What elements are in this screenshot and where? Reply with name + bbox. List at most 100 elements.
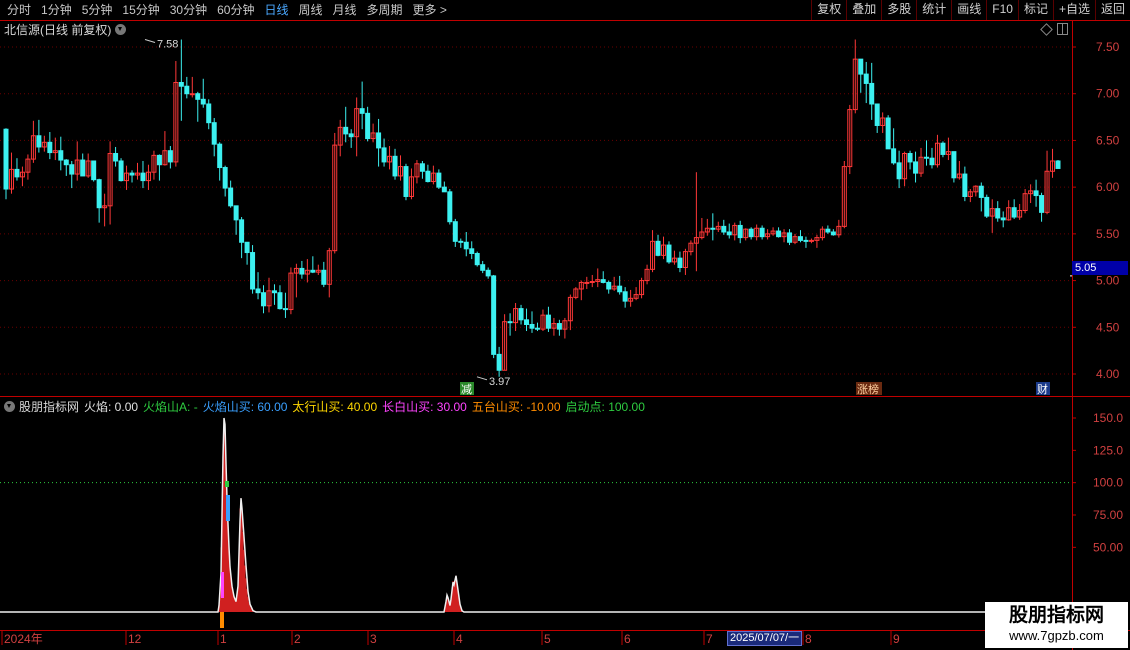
candle-body xyxy=(36,135,42,148)
candle-body xyxy=(381,147,387,163)
indicator-value: 启动点: 100.00 xyxy=(565,399,645,414)
candle-body xyxy=(206,103,212,124)
flame-curve xyxy=(0,417,985,613)
candle-body xyxy=(737,224,743,239)
diamond-icon[interactable] xyxy=(1040,23,1053,36)
time-tick-label: 2024年 xyxy=(4,632,43,646)
candle-body xyxy=(244,241,250,254)
candle-body xyxy=(617,285,623,293)
candle-body xyxy=(825,228,831,233)
candle-body xyxy=(606,281,612,290)
candle-body xyxy=(924,156,929,159)
candle-body xyxy=(491,275,497,355)
candle-body xyxy=(255,288,261,294)
candle-body xyxy=(359,108,365,114)
kline-chart[interactable]: 7.50 7.00 6.50 6.00 5.50 5.00 4.50 4.00 7.58 3.97… xyxy=(0,0,1130,650)
candle-body xyxy=(545,314,551,329)
candle-body xyxy=(666,244,672,263)
green-signal-mark xyxy=(225,481,229,487)
candle-body xyxy=(118,160,124,182)
price-tick-label: 7.50 xyxy=(1096,40,1120,54)
candle-body xyxy=(1033,190,1039,197)
candle-body xyxy=(211,122,217,145)
candle-body xyxy=(978,185,984,198)
candle-body xyxy=(277,292,283,310)
indicator-value: 五台山买: -10.00 xyxy=(471,399,561,414)
candle-body xyxy=(271,290,277,294)
indicator-legend: 股朋指标网 火焰: 0.00 火焰山A: - 火焰山买: 60.00 太行山买: 40… xyxy=(4,399,650,414)
candle-body xyxy=(1055,160,1061,169)
time-tick-label: 4 xyxy=(456,632,463,646)
candle-body xyxy=(184,85,190,95)
candle-body xyxy=(452,221,458,242)
indicator-value: 长白山买: 30.00 xyxy=(382,399,467,414)
candle-body xyxy=(913,161,919,174)
candle-body xyxy=(113,153,119,162)
marker-text: 减 xyxy=(461,383,472,396)
marker-text: 财 xyxy=(1037,382,1048,396)
candle-body xyxy=(874,103,880,126)
orange-signal-mark xyxy=(220,612,224,628)
time-tick-label: 3 xyxy=(370,632,377,646)
candle-body xyxy=(250,252,256,290)
candle-body xyxy=(721,225,727,233)
candle-body xyxy=(995,208,1001,219)
marker-text: 涨榜 xyxy=(857,382,879,396)
time-tick-label: 8 xyxy=(805,632,812,646)
indicator-name: 股朋指标网 xyxy=(19,399,80,414)
candle-body xyxy=(321,269,327,285)
candle-body xyxy=(534,327,540,330)
time-tick-label: 9 xyxy=(893,632,900,646)
candle-body xyxy=(929,157,935,166)
candle-body xyxy=(962,173,968,197)
candle-body xyxy=(463,241,469,250)
candle-body xyxy=(200,98,206,105)
candle-body xyxy=(803,239,809,242)
candle-body xyxy=(195,93,201,100)
indicator-tick-label: 100.0 xyxy=(1093,476,1123,490)
panel-toggle-icon[interactable] xyxy=(1057,23,1068,35)
candle-body xyxy=(299,267,305,275)
candle-body xyxy=(458,240,464,243)
magenta-signal-mark xyxy=(221,572,224,598)
candle-body xyxy=(392,155,398,177)
candle-body xyxy=(376,132,382,149)
candle-body xyxy=(940,142,946,155)
indicator-value: 火焰山买: 60.00 xyxy=(202,399,288,414)
candle-body xyxy=(447,191,453,223)
indicator-tick-label: 75.00 xyxy=(1093,508,1123,522)
candle-body xyxy=(403,166,409,197)
candle-body xyxy=(776,230,782,238)
candle-body xyxy=(348,133,354,138)
candle-body xyxy=(496,353,502,371)
price-tick-label: 6.00 xyxy=(1096,180,1120,194)
chevron-down-icon[interactable] xyxy=(115,23,127,35)
low-pointer xyxy=(476,376,488,381)
candle-body xyxy=(556,323,562,330)
candle-body xyxy=(129,172,135,176)
price-tick-label: 7.00 xyxy=(1096,87,1120,101)
candle-body xyxy=(167,150,173,163)
panel-controls xyxy=(1040,23,1068,36)
candle-body xyxy=(14,168,20,178)
candle-body xyxy=(222,167,228,189)
watermark-url: www.7gpzb.com xyxy=(1009,628,1104,643)
chevron-down-icon[interactable] xyxy=(4,400,15,412)
candle-body xyxy=(217,143,223,169)
time-tick-label: 7 xyxy=(706,632,713,646)
candle-body xyxy=(80,159,86,177)
stock-title: 北信源(日线 前复权) xyxy=(4,22,112,37)
candle-body xyxy=(759,227,765,238)
candle-body xyxy=(239,219,245,243)
candle-body xyxy=(69,164,75,175)
candle-body xyxy=(891,148,897,164)
candle-body xyxy=(622,291,628,302)
candle-body xyxy=(441,186,447,193)
indicator-tick-label: 50.00 xyxy=(1093,540,1123,554)
price-tick-label: 5.00 xyxy=(1096,274,1120,288)
candle-body xyxy=(677,257,683,268)
candle-body xyxy=(58,150,64,161)
high-pointer xyxy=(144,39,156,44)
candle-body xyxy=(1039,195,1045,213)
selected-date: 2025/07/07/一 xyxy=(727,631,803,646)
